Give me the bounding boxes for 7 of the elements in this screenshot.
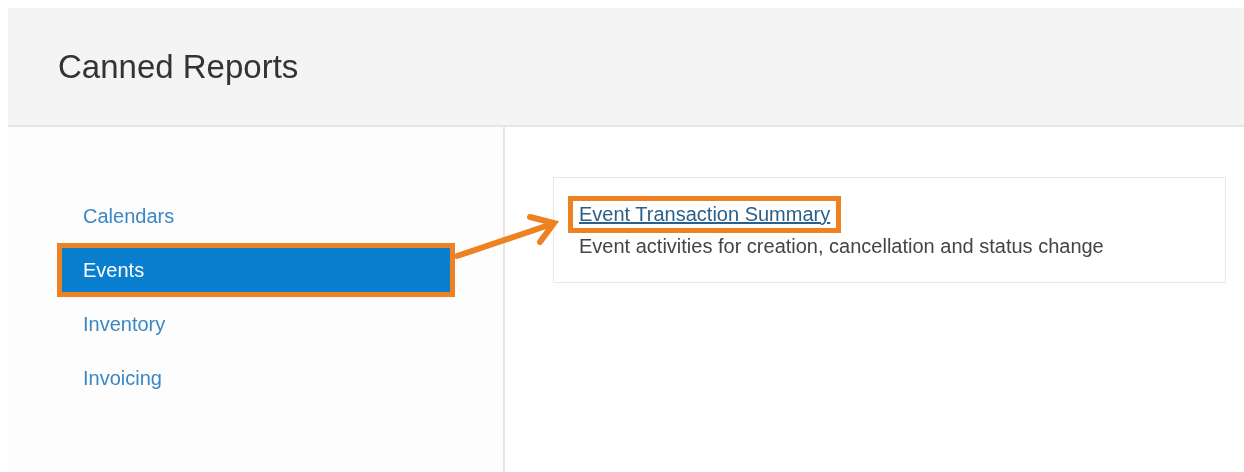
- report-link[interactable]: Event Transaction Summary: [568, 196, 842, 233]
- sidebar-item[interactable]: Calendars: [57, 189, 455, 243]
- sidebar-item[interactable]: Inventory: [57, 297, 455, 351]
- sidebar-item[interactable]: Events: [57, 243, 455, 297]
- page-title: Canned Reports: [58, 47, 299, 86]
- report-description: Event activities for creation, cancellation and status change: [578, 235, 1104, 258]
- sidebar-item[interactable]: Invoicing: [57, 351, 455, 405]
